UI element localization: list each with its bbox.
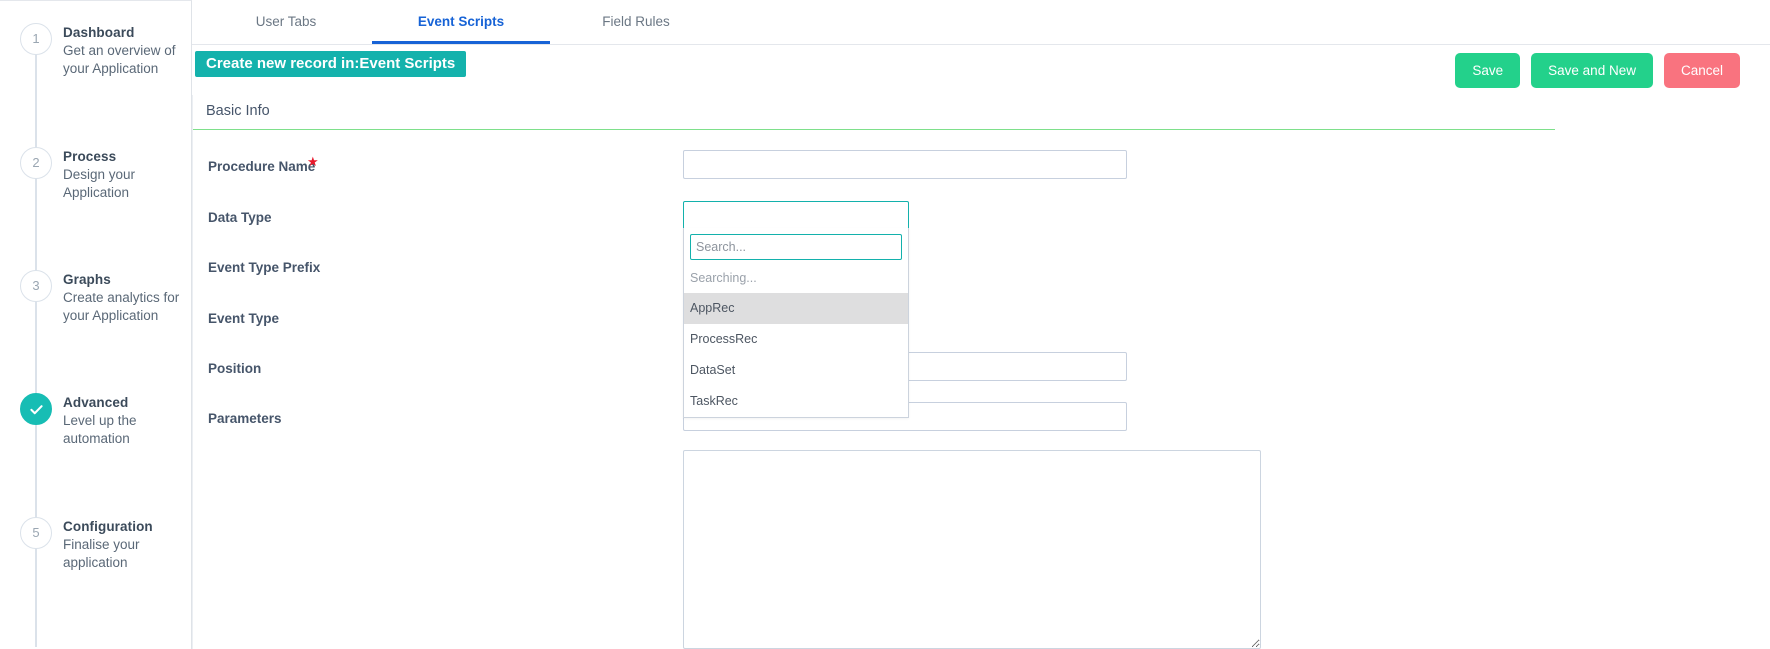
- data-type-select[interactable]: [683, 201, 909, 230]
- header-actions: Save Save and New Cancel: [1455, 53, 1740, 88]
- step-text-3: Graphs Create analytics for your Applica…: [63, 270, 181, 324]
- step-title-2: Process: [63, 149, 117, 164]
- sidebar-step-advanced[interactable]: Advanced Level up the automation: [0, 393, 191, 447]
- step-title-1: Dashboard: [63, 25, 135, 40]
- section-title-basic-info: Basic Info: [193, 95, 1555, 130]
- data-type-dropdown: Searching... AppRec ProcessRec DataSet T…: [683, 228, 909, 418]
- dropdown-option-processrec[interactable]: ProcessRec: [684, 324, 908, 355]
- tab-list: User Tabs Event Scripts Field Rules: [192, 0, 726, 45]
- step-bullet-1: 1: [20, 23, 52, 55]
- step-text-1: Dashboard Get an overview of your Applic…: [63, 23, 181, 77]
- label-procedure-name: Procedure Name: [208, 159, 316, 174]
- tab-user-tabs[interactable]: User Tabs: [206, 0, 366, 44]
- check-icon: [20, 393, 52, 425]
- label-position: Position: [208, 361, 262, 376]
- step-desc-4: Level up the automation: [63, 413, 137, 446]
- step-bullet-2: 2: [20, 147, 52, 179]
- step-desc-3: Create analytics for your Application: [63, 290, 180, 323]
- step-desc-5: Finalise your application: [63, 537, 140, 570]
- procedure-name-input[interactable]: [683, 150, 1127, 179]
- label-event-type-prefix: Event Type Prefix: [208, 260, 321, 275]
- label-data-type: Data Type: [208, 210, 272, 225]
- record-title-badge: Create new record in:Event Scripts: [195, 51, 467, 77]
- label-event-type: Event Type: [208, 311, 280, 326]
- step-text-2: Process Design your Application: [63, 147, 181, 201]
- sidebar-step-configuration[interactable]: 5 Configuration Finalise your applicatio…: [0, 517, 191, 571]
- step-number-5: 5: [32, 525, 40, 540]
- sidebar-step-process[interactable]: 2 Process Design your Application: [0, 147, 191, 201]
- step-number-3: 3: [32, 278, 40, 293]
- step-desc-2: Design your Application: [63, 167, 136, 200]
- tab-bar: User Tabs Event Scripts Field Rules: [192, 0, 1770, 45]
- step-title-4: Advanced: [63, 395, 129, 410]
- step-text-4: Advanced Level up the automation: [63, 393, 181, 447]
- step-title-3: Graphs: [63, 272, 111, 287]
- label-parameters: Parameters: [208, 411, 282, 426]
- required-star-icon: ★: [307, 154, 319, 169]
- step-text-5: Configuration Finalise your application: [63, 517, 181, 571]
- step-bullet-5: 5: [20, 517, 52, 549]
- save-and-new-button[interactable]: Save and New: [1531, 53, 1653, 88]
- step-desc-1: Get an overview of your Application: [63, 43, 176, 76]
- record-header: Create new record in:Event Scripts Save …: [192, 45, 1770, 95]
- step-number-2: 2: [32, 155, 40, 170]
- step-bullet-3: 3: [20, 270, 52, 302]
- sidebar-stepper: 1 Dashboard Get an overview of your Appl…: [0, 0, 192, 649]
- sidebar-step-dashboard[interactable]: 1 Dashboard Get an overview of your Appl…: [0, 23, 191, 77]
- dropdown-option-dataset[interactable]: DataSet: [684, 355, 908, 386]
- tab-event-scripts[interactable]: Event Scripts: [372, 0, 550, 44]
- dropdown-search-input[interactable]: [690, 234, 902, 260]
- script-body-textarea[interactable]: [683, 450, 1261, 649]
- app-root: 1 Dashboard Get an overview of your Appl…: [0, 0, 1770, 649]
- tab-field-rules[interactable]: Field Rules: [556, 0, 716, 44]
- dropdown-search-wrap: [684, 228, 908, 265]
- step-title-5: Configuration: [63, 519, 153, 534]
- form-panel: Basic Info Procedure Name ★ Data Type Ev…: [192, 95, 1770, 649]
- cancel-button[interactable]: Cancel: [1663, 53, 1740, 88]
- dropdown-option-apprec[interactable]: AppRec: [684, 293, 908, 324]
- save-button[interactable]: Save: [1455, 53, 1521, 88]
- sidebar-step-graphs[interactable]: 3 Graphs Create analytics for your Appli…: [0, 270, 191, 324]
- form-row-procedure-name: Procedure Name ★: [193, 147, 1555, 197]
- step-number-1: 1: [32, 31, 40, 46]
- dropdown-option-taskrec[interactable]: TaskRec: [684, 386, 908, 417]
- dropdown-status-text: Searching...: [690, 271, 757, 285]
